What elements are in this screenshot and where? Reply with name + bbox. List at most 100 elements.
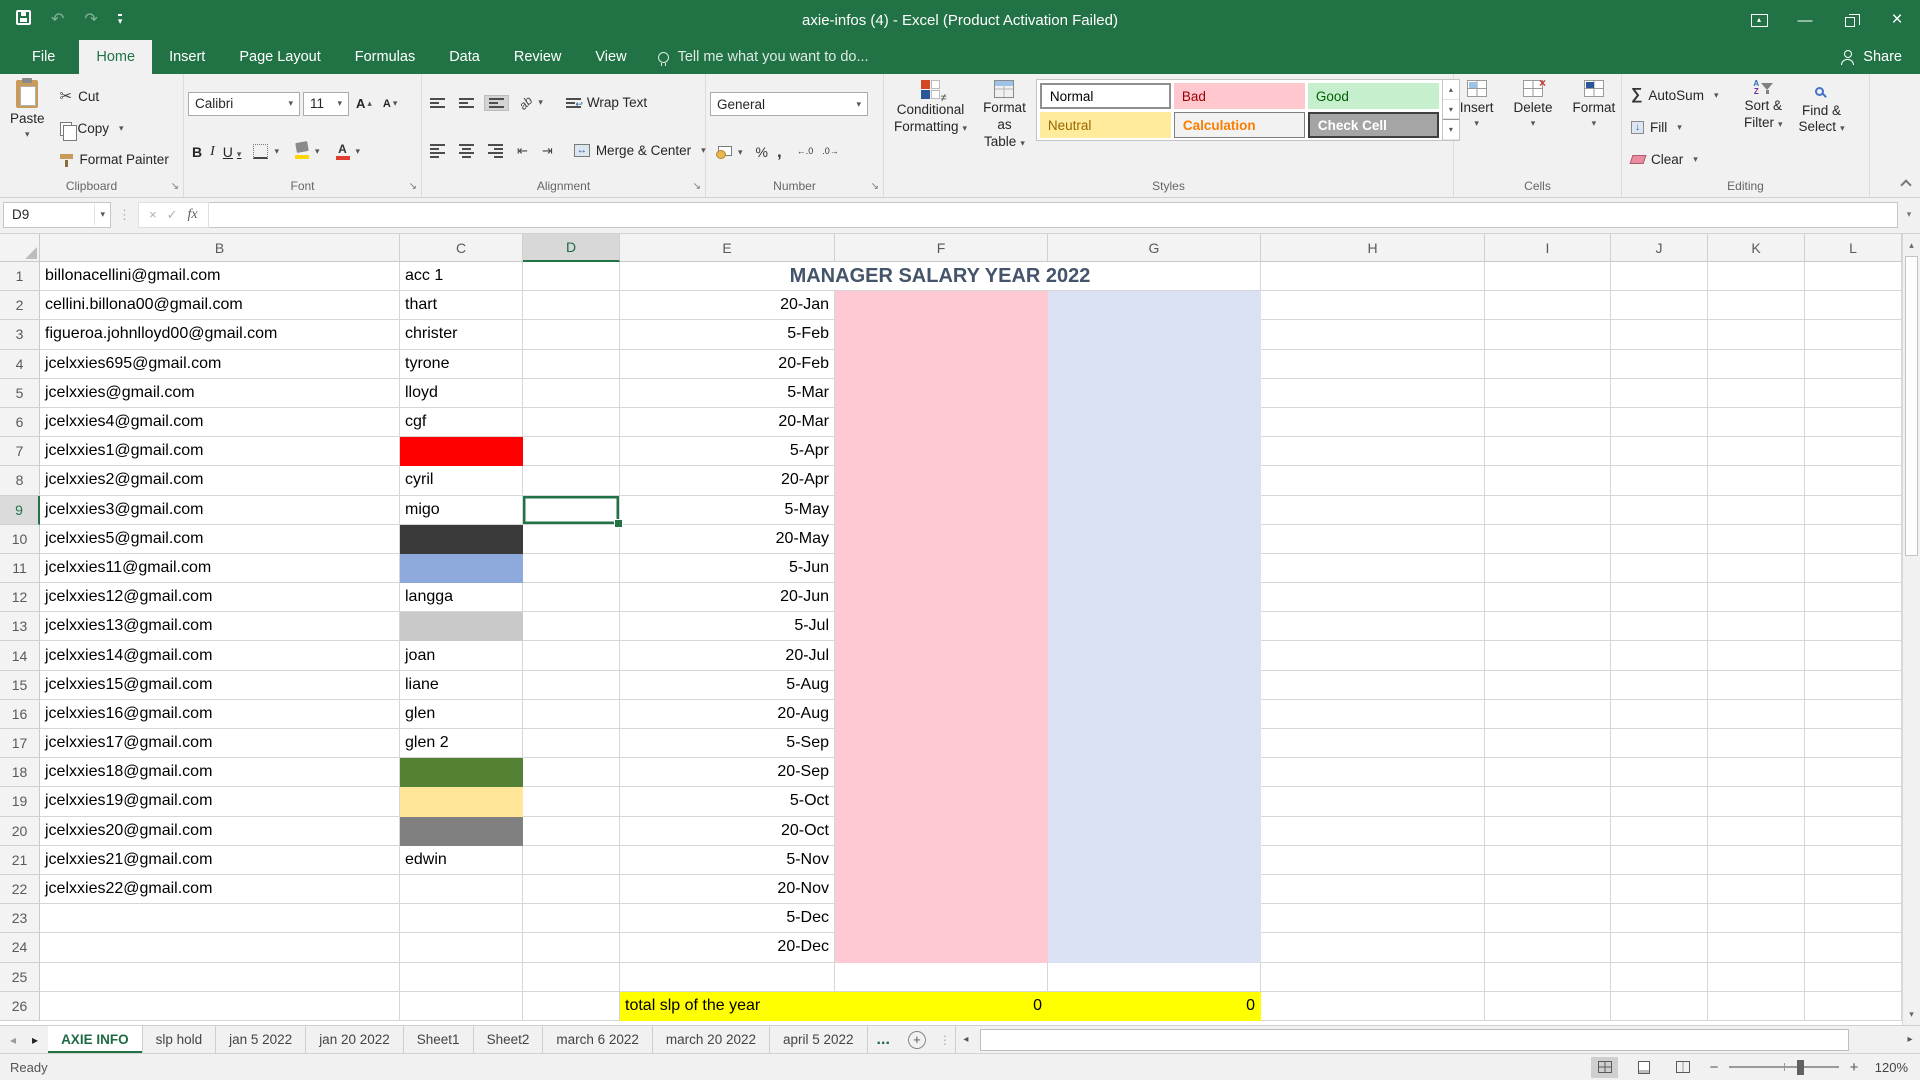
more-sheets-indicator[interactable]: ... (868, 1026, 899, 1053)
cell-B12[interactable]: jcelxxies12@gmail.com (40, 583, 400, 612)
cell-D4[interactable] (523, 350, 620, 379)
font-dialog-launcher-icon[interactable]: ↘ (409, 182, 417, 192)
cell-J14[interactable] (1611, 641, 1708, 670)
row-header-3[interactable]: 3 (0, 320, 40, 349)
cell-K13[interactable] (1708, 612, 1805, 641)
percent-style-button[interactable]: % (756, 144, 768, 160)
name-box[interactable]: D9 ▾ (3, 202, 111, 228)
increase-decimal-button[interactable]: ←.0 (797, 147, 814, 157)
cell-L20[interactable] (1805, 817, 1902, 846)
cell-E9[interactable]: 5-May (620, 496, 835, 525)
page-layout-view-button[interactable] (1630, 1057, 1657, 1078)
cell-J25[interactable] (1611, 963, 1708, 992)
cell-C11[interactable] (400, 554, 523, 583)
cell-F14[interactable] (835, 641, 1048, 670)
cell-B15[interactable]: jcelxxies15@gmail.com (40, 671, 400, 700)
fill-color-button[interactable] (291, 142, 324, 161)
cell-E16[interactable]: 20-Aug (620, 700, 835, 729)
undo-icon[interactable]: ↶ (51, 12, 64, 28)
cell-G9[interactable] (1048, 496, 1261, 525)
cell-I23[interactable] (1485, 904, 1611, 933)
cell-E8[interactable]: 20-Apr (620, 466, 835, 495)
cell-F25[interactable] (835, 963, 1048, 992)
cell-J16[interactable] (1611, 700, 1708, 729)
cell-G17[interactable] (1048, 729, 1261, 758)
cell-E4[interactable]: 20-Feb (620, 350, 835, 379)
cell-E23[interactable]: 5-Dec (620, 904, 835, 933)
copy-button[interactable]: Copy (55, 119, 174, 138)
cell-K17[interactable] (1708, 729, 1805, 758)
paste-dropdown-icon[interactable]: ▾ (25, 130, 30, 139)
cell-I7[interactable] (1485, 437, 1611, 466)
page-break-view-button[interactable] (1669, 1057, 1696, 1078)
cell-G12[interactable] (1048, 583, 1261, 612)
cell-I9[interactable] (1485, 496, 1611, 525)
find-select-button[interactable]: Find &Select (1793, 77, 1851, 177)
cell-F13[interactable] (835, 612, 1048, 641)
cell-I26[interactable] (1485, 992, 1611, 1021)
zoom-slider-thumb[interactable] (1797, 1060, 1804, 1075)
cell-G7[interactable] (1048, 437, 1261, 466)
cell-L8[interactable] (1805, 466, 1902, 495)
cell-H20[interactable] (1261, 817, 1485, 846)
number-format-select[interactable]: General▾ (710, 92, 868, 116)
cell-C22[interactable] (400, 875, 523, 904)
ribbon-display-options-button[interactable]: ▴ (1736, 0, 1782, 40)
conditional-formatting-button[interactable]: ≠ ConditionalFormatting (888, 77, 973, 177)
cell-B21[interactable]: jcelxxies21@gmail.com (40, 846, 400, 875)
row-header-15[interactable]: 15 (0, 671, 40, 700)
cell-G18[interactable] (1048, 758, 1261, 787)
row-header-16[interactable]: 16 (0, 700, 40, 729)
font-color-button[interactable]: A (332, 141, 365, 162)
cell-C18[interactable] (400, 758, 523, 787)
cell-H10[interactable] (1261, 525, 1485, 554)
cell-C16[interactable]: glen (400, 700, 523, 729)
cell-E5[interactable]: 5-Mar (620, 379, 835, 408)
cell-C12[interactable]: langga (400, 583, 523, 612)
cell-G19[interactable] (1048, 787, 1261, 816)
redo-icon[interactable]: ↷ (84, 12, 97, 28)
bold-button[interactable]: B (192, 144, 202, 160)
cell-C20[interactable] (400, 817, 523, 846)
cell-E13[interactable]: 5-Jul (620, 612, 835, 641)
cell-C26[interactable] (400, 992, 523, 1021)
cell-C13[interactable] (400, 612, 523, 641)
cell-H11[interactable] (1261, 554, 1485, 583)
cell-D9[interactable] (523, 496, 620, 525)
column-header-G[interactable]: G (1048, 234, 1261, 262)
cell-D13[interactable] (523, 612, 620, 641)
sheet-tab-jan-5-2022[interactable]: jan 5 2022 (216, 1026, 306, 1053)
cell-H22[interactable] (1261, 875, 1485, 904)
cell-D3[interactable] (523, 320, 620, 349)
zoom-in-button[interactable]: + (1848, 1059, 1860, 1076)
comma-style-button[interactable]: , (777, 142, 782, 162)
cell-F5[interactable] (835, 379, 1048, 408)
cell-G16[interactable] (1048, 700, 1261, 729)
cell-E3[interactable]: 5-Feb (620, 320, 835, 349)
cell-K26[interactable] (1708, 992, 1805, 1021)
bottom-align-button[interactable] (484, 95, 509, 111)
cell-J7[interactable] (1611, 437, 1708, 466)
tab-data[interactable]: Data (432, 40, 497, 74)
customize-qat-icon[interactable]: ▾ (118, 14, 123, 26)
cell-E7[interactable]: 5-Apr (620, 437, 835, 466)
cell-B16[interactable]: jcelxxies16@gmail.com (40, 700, 400, 729)
cell-K20[interactable] (1708, 817, 1805, 846)
cell-E18[interactable]: 20-Sep (620, 758, 835, 787)
cell-I22[interactable] (1485, 875, 1611, 904)
cell-J24[interactable] (1611, 933, 1708, 962)
cell-G14[interactable] (1048, 641, 1261, 670)
cell-C4[interactable]: tyrone (400, 350, 523, 379)
insert-cells-button[interactable]: Insert ▾ (1454, 77, 1500, 177)
cell-K9[interactable] (1708, 496, 1805, 525)
cell-J8[interactable] (1611, 466, 1708, 495)
clear-button[interactable]: Clear (1626, 150, 1734, 169)
cell-J10[interactable] (1611, 525, 1708, 554)
cell-H21[interactable] (1261, 846, 1485, 875)
row-header-2[interactable]: 2 (0, 291, 40, 320)
scroll-down-icon[interactable]: ▾ (1903, 1003, 1920, 1025)
cell-L2[interactable] (1805, 291, 1902, 320)
cell-J4[interactable] (1611, 350, 1708, 379)
cell-H3[interactable] (1261, 320, 1485, 349)
hscroll-left-icon[interactable]: ◂ (956, 1034, 976, 1045)
